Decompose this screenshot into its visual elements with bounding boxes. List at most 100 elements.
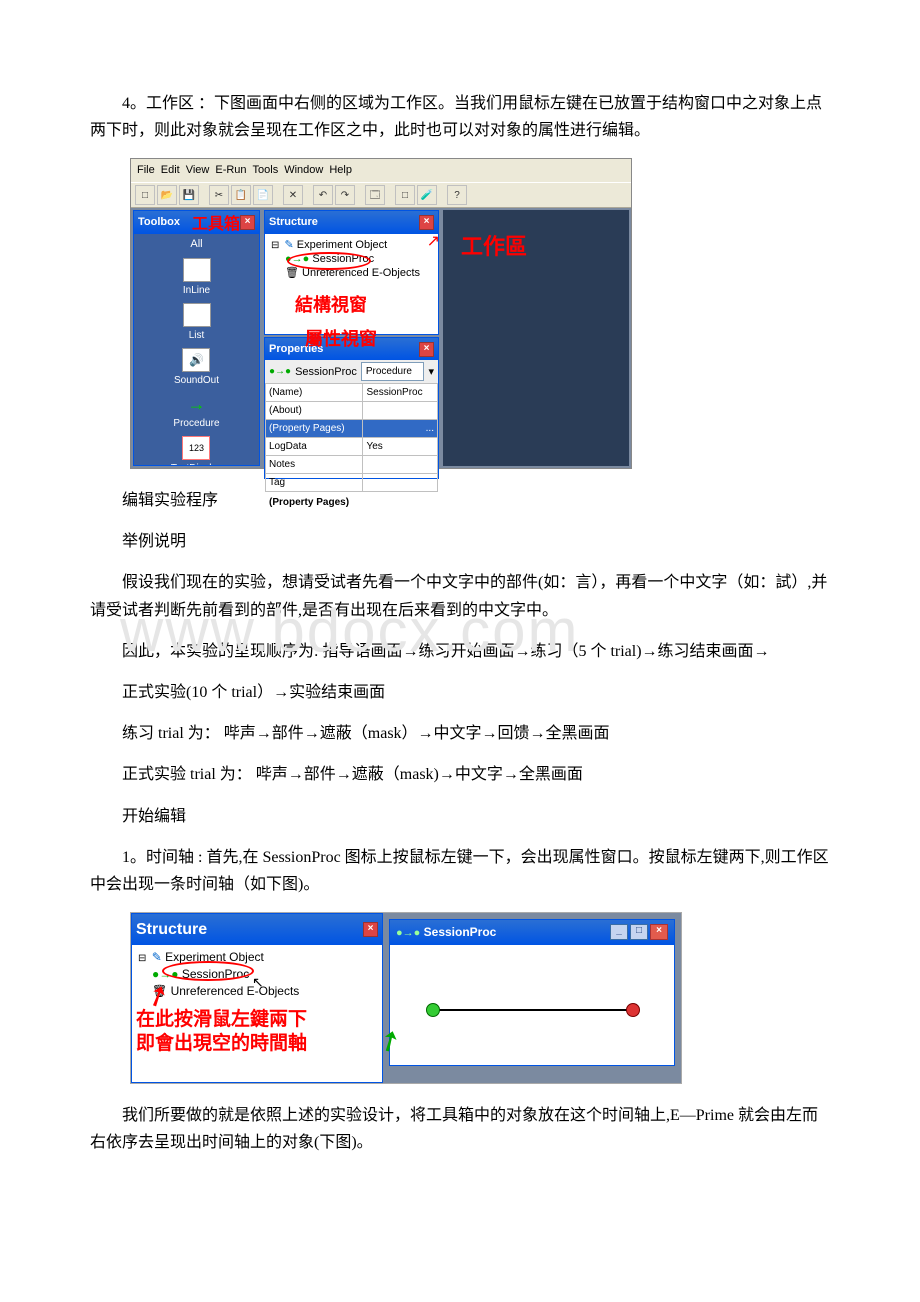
toolbox-item-textdisplay[interactable]: 123 TextDisplay xyxy=(171,436,222,465)
tb-sep xyxy=(305,185,311,203)
tb-save[interactable]: 💾 xyxy=(179,185,199,205)
menu-edit[interactable]: Edit xyxy=(161,161,180,180)
structure-title-text: Structure xyxy=(136,916,207,943)
collapse-icon[interactable]: ⊟ xyxy=(138,953,146,964)
structure-panel: Structure × ⊟ ✎ Experiment Object ●→● Se… xyxy=(264,210,439,335)
tree-session-label: SessionProc xyxy=(182,967,249,981)
window-title-text: SessionProc xyxy=(424,925,497,939)
table-row[interactable]: LogDataYes xyxy=(266,438,438,456)
toolbar: □ 📂 💾 ✂ 📋 📄 ✕ ↶ ↷ 🗔 □ 🧪 ? xyxy=(131,182,631,208)
tb-gen[interactable]: □ xyxy=(395,185,415,205)
tb-sep xyxy=(439,185,445,203)
menu-view[interactable]: View xyxy=(186,161,210,180)
paragraph-8: 正式实验 trial 为： 哔声→部件→遮蔽（mask)→中文字→全黑画面 xyxy=(90,761,830,788)
collapse-icon[interactable]: ⊟ xyxy=(271,240,279,251)
tb-paste[interactable]: 📄 xyxy=(253,185,273,205)
table-row[interactable]: Tag xyxy=(266,474,438,492)
properties-panel: 屬性視窗 Properties × ●→● SessionProc Proced… xyxy=(264,337,439,480)
toolbox-item-procedure[interactable]: → Procedure xyxy=(173,393,219,432)
chevron-down-icon[interactable]: ▾ xyxy=(428,363,434,382)
paragraph-6: 正式实验(10 个 trial）→实验结束画面 xyxy=(90,679,830,706)
tree-unref-2[interactable]: 🗑 Unreferenced E-Objects xyxy=(138,983,376,1000)
procedure-icon: ●→● xyxy=(396,927,420,939)
paragraph-10: 1。时间轴 : 首先,在 SessionProc 图标上按鼠标左键一下，会出现属… xyxy=(90,844,830,898)
menu-window[interactable]: Window xyxy=(284,161,323,180)
tree-unref[interactable]: 🗑 Unreferenced E-Objects xyxy=(271,266,432,280)
tb-new[interactable]: □ xyxy=(135,185,155,205)
timeline-start-dot[interactable] xyxy=(426,1003,440,1017)
tb-undo[interactable]: ↶ xyxy=(313,185,333,205)
properties-annotation: 屬性視窗 xyxy=(305,324,377,355)
tb-open[interactable]: 📂 xyxy=(157,185,177,205)
paragraph-2: 编辑实验程序 xyxy=(90,487,830,514)
workarea-2: ●→● SessionProc _ □ × ➚ xyxy=(383,913,681,1083)
procedure-icon: → xyxy=(183,393,209,415)
toolbox-item-soundout[interactable]: 🔊 SoundOut xyxy=(174,348,219,389)
tb-sep xyxy=(387,185,393,203)
properties-dropdown[interactable]: ●→● SessionProc Procedure ▾ xyxy=(265,360,438,383)
close-icon[interactable]: × xyxy=(419,342,434,357)
toolbox-title-text: Toolbox xyxy=(138,213,180,232)
workarea: 工作區 xyxy=(443,210,629,466)
tree-session-label: SessionProc xyxy=(312,253,374,265)
tree-root[interactable]: ⊟ ✎ Experiment Object xyxy=(271,238,432,252)
tb-cut[interactable]: ✂ xyxy=(209,185,229,205)
minimize-button[interactable]: _ xyxy=(610,924,628,940)
paragraph-3: 举例说明 xyxy=(90,528,830,555)
properties-table: (Name)SessionProc (About) (Property Page… xyxy=(265,383,438,492)
tb-help[interactable]: ? xyxy=(447,185,467,205)
experiment-icon: ✎ xyxy=(284,239,293,251)
menu-file[interactable]: File xyxy=(137,161,155,180)
toolbox-item-inline[interactable]: ≡ InLine xyxy=(183,258,211,299)
menu-tools[interactable]: Tools xyxy=(253,161,279,180)
timeline-canvas[interactable]: ➚ xyxy=(390,945,674,1065)
close-icon[interactable]: × xyxy=(363,922,378,937)
tb-props[interactable]: 🗔 xyxy=(365,185,385,205)
structure-title-2: Structure × xyxy=(132,914,382,945)
table-row[interactable]: Notes xyxy=(266,456,438,474)
table-row[interactable]: (About) xyxy=(266,402,438,420)
paragraph-11: 我们所要做的就是依照上述的实验设计，将工具箱中的对象放在这个时间轴上,E—Pri… xyxy=(90,1102,830,1156)
tree-root-2[interactable]: ⊟ ✎ Experiment Object xyxy=(138,949,376,966)
tb-sep xyxy=(357,185,363,203)
structure-title: Structure × xyxy=(265,211,438,234)
timeline-line xyxy=(430,1009,630,1011)
arrow-annotation: ↗ xyxy=(427,232,440,253)
structure-annotation: 結構視窗 xyxy=(295,294,367,317)
tb-redo[interactable]: ↷ xyxy=(335,185,355,205)
figure-eprime-main: File Edit View E-Run Tools Window Help □… xyxy=(130,158,632,469)
close-icon[interactable]: × xyxy=(419,215,434,230)
menu-erun[interactable]: E-Run xyxy=(215,161,246,180)
tb-copy[interactable]: 📋 xyxy=(231,185,251,205)
procedure-icon: ●→● xyxy=(152,967,179,981)
toolbox-title: Toolbox × xyxy=(134,211,259,234)
procedure-icon: ●→● xyxy=(285,253,309,265)
table-row-selected[interactable]: (Property Pages)... xyxy=(266,420,438,438)
tree-root-label: Experiment Object xyxy=(165,950,264,964)
trash-icon: 🗑 xyxy=(152,984,167,998)
table-row[interactable]: (Name)SessionProc xyxy=(266,384,438,402)
list-icon: ▦ xyxy=(183,303,211,327)
hint-line-1: 在此按滑鼠左鍵兩下 xyxy=(132,1008,382,1032)
tb-delete[interactable]: ✕ xyxy=(283,185,303,205)
dropdown-type[interactable]: Procedure xyxy=(361,362,425,381)
structure-panel-2: Structure × ⊟ ✎ Experiment Object ●→● Se… xyxy=(131,913,383,1083)
close-icon[interactable]: × xyxy=(240,215,255,230)
experiment-icon: ✎ xyxy=(152,950,162,964)
tree-sessionproc[interactable]: ●→● SessionProc xyxy=(271,252,432,266)
toolbox-item-list[interactable]: ▦ List xyxy=(183,303,211,344)
maximize-button[interactable]: □ xyxy=(630,924,648,940)
trash-icon: 🗑 xyxy=(285,267,299,279)
tb-sep xyxy=(275,185,281,203)
tb-run[interactable]: 🧪 xyxy=(417,185,437,205)
toolbox-item-label: InLine xyxy=(183,282,210,299)
paragraph-5: 因此，本实验的呈现顺序为: 指导语画面→练习开始画面→练习（5 个 trial)… xyxy=(90,638,830,665)
toolbox-all-tab[interactable]: All xyxy=(134,234,259,255)
close-button[interactable]: × xyxy=(650,924,668,940)
property-pages-footer: (Property Pages) xyxy=(265,492,438,513)
timeline-end-dot[interactable] xyxy=(626,1003,640,1017)
menu-help[interactable]: Help xyxy=(329,161,352,180)
toolbox-item-label: List xyxy=(189,327,205,344)
tree-sessionproc-2[interactable]: ●→● SessionProc xyxy=(138,966,376,983)
toolbox-item-label: SoundOut xyxy=(174,372,219,389)
